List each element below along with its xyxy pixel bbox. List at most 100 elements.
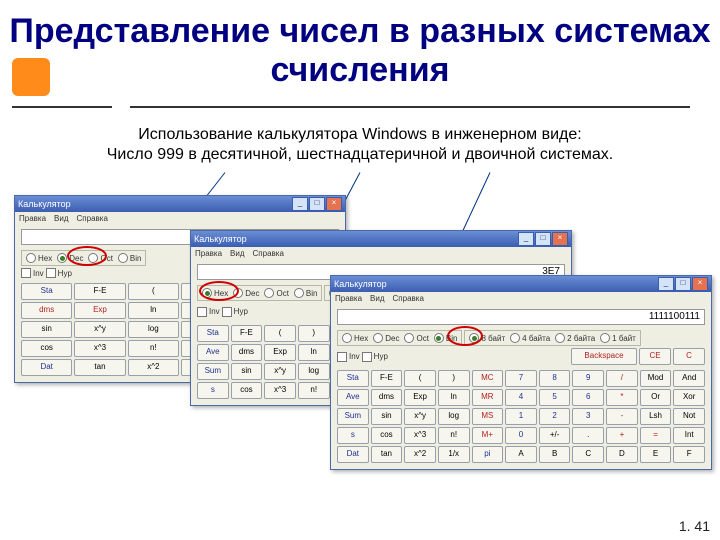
xor-button[interactable]: Xor <box>673 389 705 406</box>
sum-button[interactable]: Sum <box>197 363 229 380</box>
radix-hex[interactable]: Hex <box>214 289 228 298</box>
lparen-button[interactable]: ( <box>128 283 179 300</box>
mod-button[interactable]: Mod <box>640 370 672 387</box>
ce-button[interactable]: CE <box>639 348 671 365</box>
word-2[interactable]: 2 байта <box>567 334 595 343</box>
radix-dec[interactable]: Dec <box>385 334 399 343</box>
tan-button[interactable]: tan <box>74 359 125 376</box>
hyp-check[interactable]: Hyp <box>374 352 388 361</box>
radix-oct[interactable]: Oct <box>100 254 112 263</box>
ave-button[interactable]: Ave <box>197 344 229 361</box>
win-close-button[interactable]: × <box>552 232 568 246</box>
menu-help[interactable]: Справка <box>77 214 108 223</box>
x3-button[interactable]: x^3 <box>264 382 296 399</box>
cx-button[interactable]: C <box>572 446 604 463</box>
menu-view[interactable]: Вид <box>230 249 244 258</box>
or-button[interactable]: Or <box>640 389 672 406</box>
k6-button[interactable]: 6 <box>572 389 604 406</box>
xy-button[interactable]: x^y <box>264 363 296 380</box>
log-button[interactable]: log <box>438 408 470 425</box>
d-button[interactable]: D <box>606 446 638 463</box>
x3-button[interactable]: x^3 <box>404 427 436 444</box>
invx-button[interactable]: 1/x <box>438 446 470 463</box>
cos-button[interactable]: cos <box>231 382 263 399</box>
inv-check[interactable]: Inv <box>209 307 220 316</box>
dms-button[interactable]: dms <box>231 344 263 361</box>
radix-oct[interactable]: Oct <box>276 289 288 298</box>
k3-button[interactable]: 3 <box>572 408 604 425</box>
k9-button[interactable]: 9 <box>572 370 604 387</box>
b-button[interactable]: B <box>539 446 571 463</box>
dot-button[interactable]: . <box>572 427 604 444</box>
radix-bin[interactable]: Bin <box>130 254 142 263</box>
s-button[interactable]: s <box>197 382 229 399</box>
win-close-button[interactable]: × <box>326 197 342 211</box>
log-button[interactable]: log <box>128 321 179 338</box>
k0-button[interactable]: 0 <box>505 427 537 444</box>
dms-button[interactable]: dms <box>371 389 403 406</box>
rparen-button[interactable]: ) <box>438 370 470 387</box>
inv-check[interactable]: Inv <box>33 269 44 278</box>
k1-button[interactable]: 1 <box>505 408 537 425</box>
inv-check[interactable]: Inv <box>349 352 360 361</box>
x2-button[interactable]: x^2 <box>128 359 179 376</box>
x3-button[interactable]: x^3 <box>74 340 125 357</box>
ln-button[interactable]: ln <box>128 302 179 319</box>
xy-button[interactable]: x^y <box>74 321 125 338</box>
menu-edit[interactable]: Правка <box>19 214 46 223</box>
win-min-button[interactable]: _ <box>292 197 308 211</box>
nf-button[interactable]: n! <box>128 340 179 357</box>
k2-button[interactable]: 2 <box>539 408 571 425</box>
sta-button[interactable]: Sta <box>21 283 72 300</box>
win-max-button[interactable]: □ <box>309 197 325 211</box>
backspace-button[interactable]: Backspace <box>571 348 637 365</box>
win-max-button[interactable]: □ <box>535 232 551 246</box>
menu-edit[interactable]: Правка <box>195 249 222 258</box>
mc-button[interactable]: MC <box>472 370 504 387</box>
sta-button[interactable]: Sta <box>197 325 229 342</box>
word-1[interactable]: 1 байт <box>612 334 636 343</box>
e-button[interactable]: E <box>640 446 672 463</box>
k7-button[interactable]: 7 <box>505 370 537 387</box>
win-max-button[interactable]: □ <box>675 277 691 291</box>
radix-oct[interactable]: Oct <box>416 334 428 343</box>
dat-button[interactable]: Dat <box>337 446 369 463</box>
fe-button[interactable]: F-E <box>371 370 403 387</box>
dat-button[interactable]: Dat <box>21 359 72 376</box>
exp-button[interactable]: Exp <box>264 344 296 361</box>
ave-button[interactable]: Ave <box>337 389 369 406</box>
a-button[interactable]: A <box>505 446 537 463</box>
add-button[interactable]: + <box>606 427 638 444</box>
s-button[interactable]: s <box>337 427 369 444</box>
int-button[interactable]: Int <box>673 427 705 444</box>
dms-button[interactable]: dms <box>21 302 72 319</box>
log-button[interactable]: log <box>298 363 330 380</box>
hyp-check[interactable]: Hyp <box>58 269 72 278</box>
win-min-button[interactable]: _ <box>658 277 674 291</box>
sub-button[interactable]: - <box>606 408 638 425</box>
menu-view[interactable]: Вид <box>54 214 68 223</box>
cos-button[interactable]: cos <box>371 427 403 444</box>
div-button[interactable]: / <box>606 370 638 387</box>
sin-button[interactable]: sin <box>231 363 263 380</box>
lsh-button[interactable]: Lsh <box>640 408 672 425</box>
pm-button[interactable]: +/- <box>539 427 571 444</box>
xy-button[interactable]: x^y <box>404 408 436 425</box>
sum-button[interactable]: Sum <box>337 408 369 425</box>
radix-bin[interactable]: Bin <box>306 289 318 298</box>
exp-button[interactable]: Exp <box>404 389 436 406</box>
mp-button[interactable]: M+ <box>472 427 504 444</box>
not-button[interactable]: Not <box>673 408 705 425</box>
fe-button[interactable]: F-E <box>231 325 263 342</box>
menu-help[interactable]: Справка <box>393 294 424 303</box>
mr-button[interactable]: MR <box>472 389 504 406</box>
sta-button[interactable]: Sta <box>337 370 369 387</box>
radix-hex[interactable]: Hex <box>38 254 52 263</box>
k8-button[interactable]: 8 <box>539 370 571 387</box>
menu-edit[interactable]: Правка <box>335 294 362 303</box>
lparen-button[interactable]: ( <box>404 370 436 387</box>
menu-view[interactable]: Вид <box>370 294 384 303</box>
x2-button[interactable]: x^2 <box>404 446 436 463</box>
ln-button[interactable]: ln <box>298 344 330 361</box>
exp-button[interactable]: Exp <box>74 302 125 319</box>
